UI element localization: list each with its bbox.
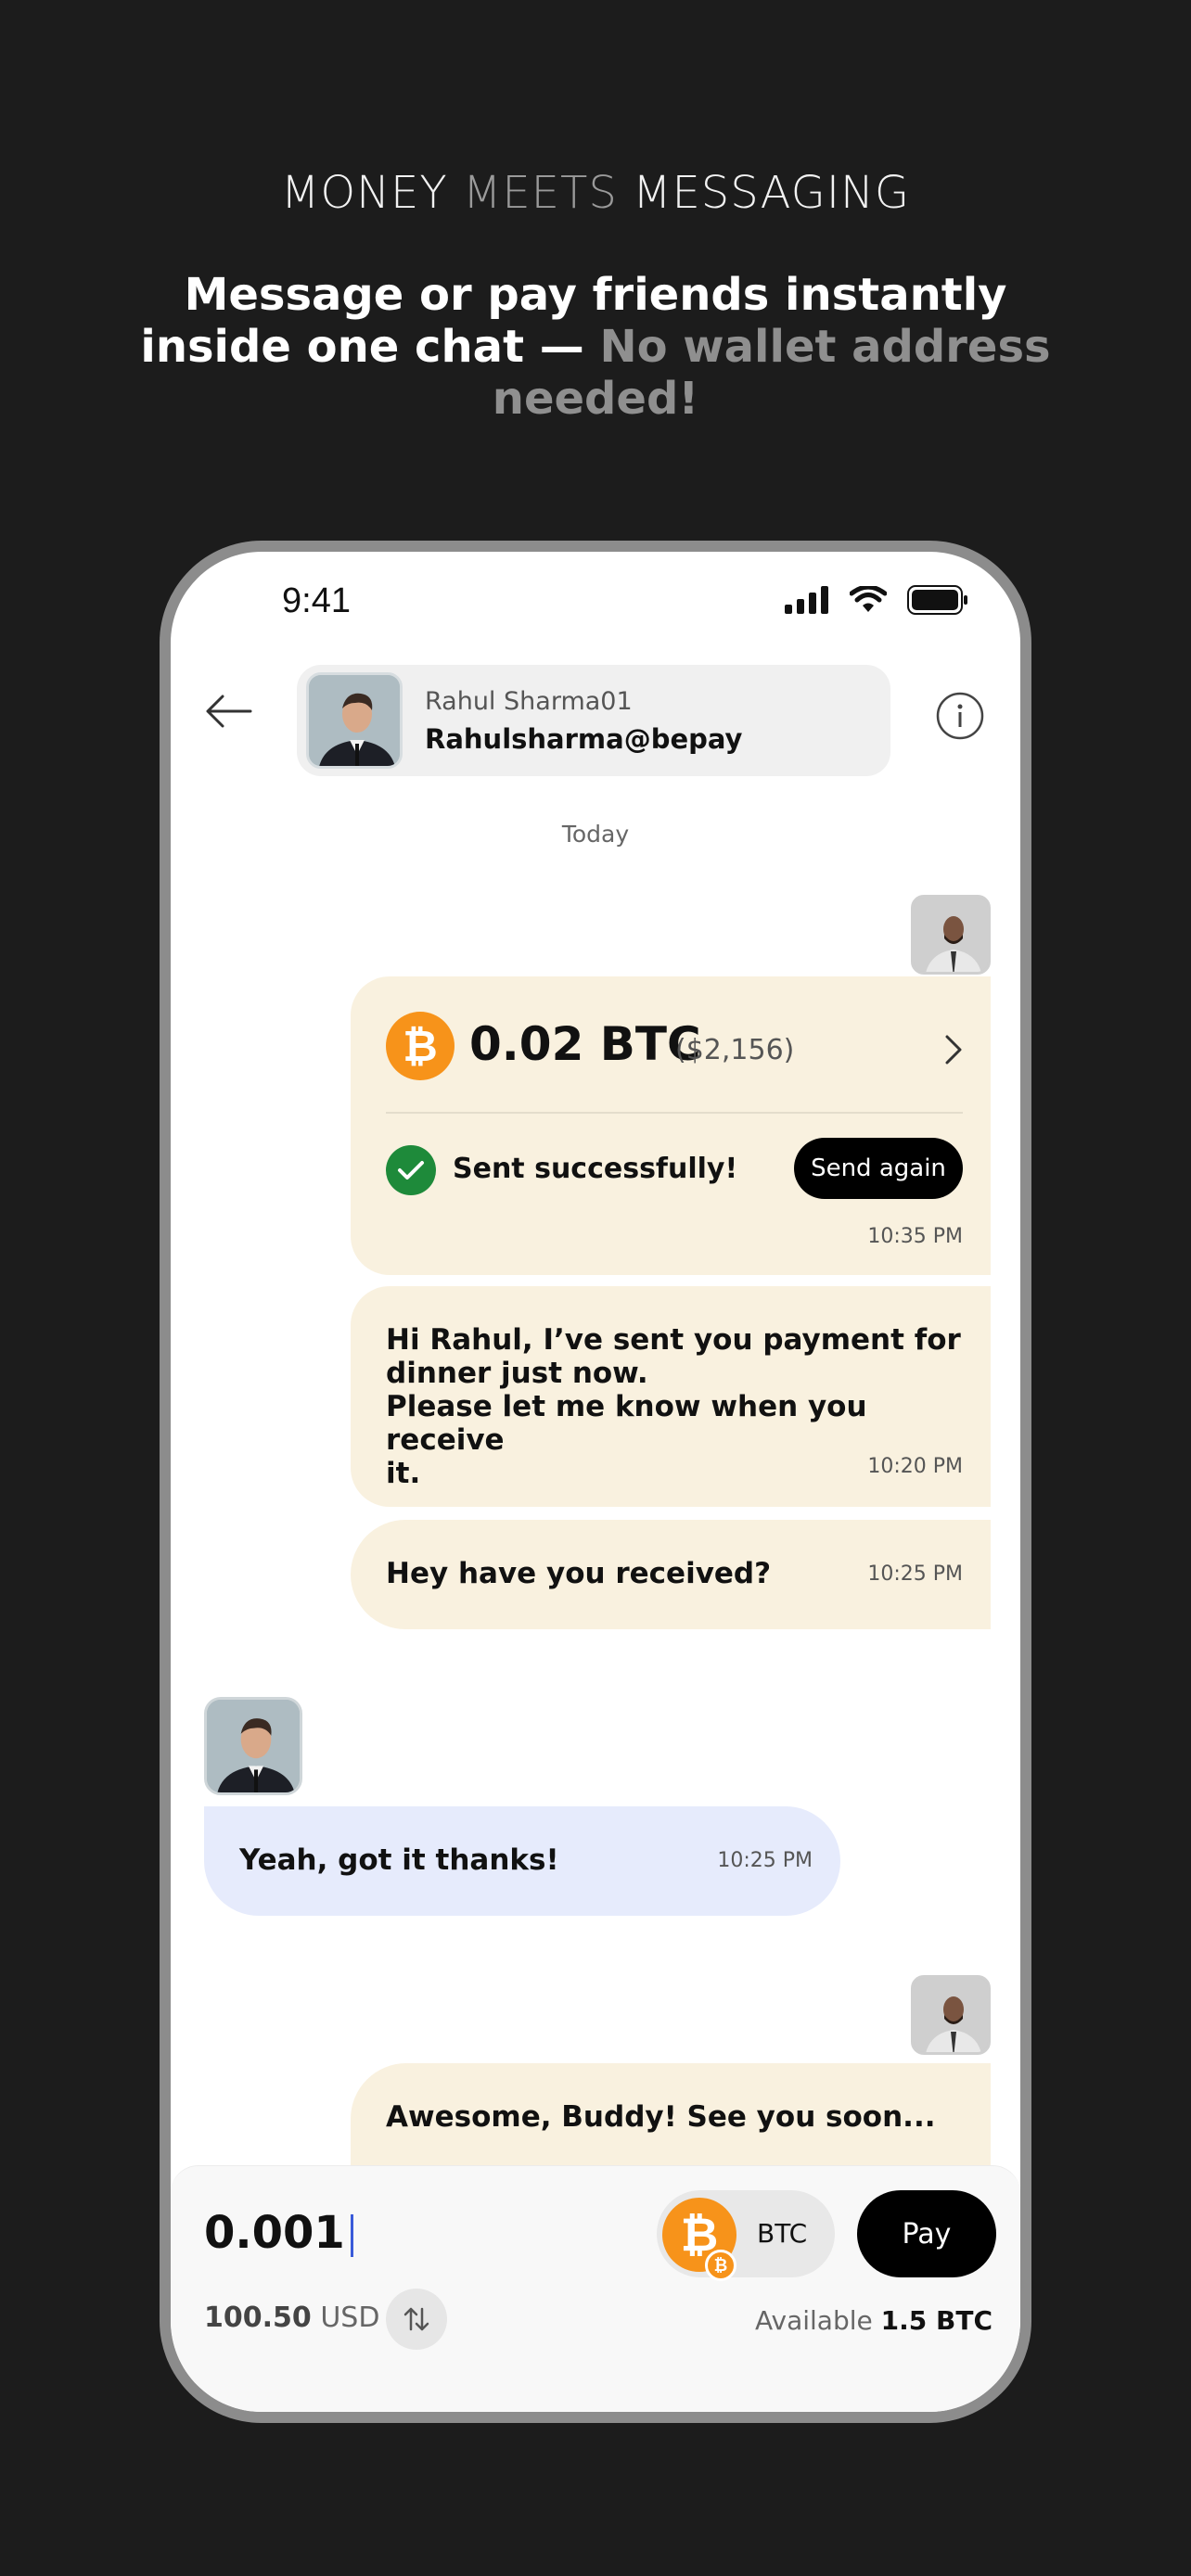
currency-label: BTC — [757, 2218, 808, 2249]
text-caret — [350, 2214, 353, 2257]
payment-composer: 0.001 100.50 USD ₿ ₿ BTC Pay Available 1 — [171, 2165, 1020, 2412]
message-bubble: Hey have you received? 10:25 PM — [351, 1520, 991, 1629]
battery-icon — [907, 585, 967, 615]
tagline-meets: MEETS — [462, 167, 618, 219]
amount-value: 0.001 — [204, 2207, 345, 2259]
date-separator: Today — [561, 821, 630, 848]
phone-frame: 9:41 Rahul Sharma01 Rahulsharma@bepay To… — [160, 541, 1031, 2423]
check-icon — [386, 1145, 436, 1195]
currency-selector[interactable]: ₿ ₿ BTC — [657, 2190, 835, 2281]
bitcoin-network-icon: ₿ — [705, 2250, 736, 2281]
person-icon — [914, 898, 988, 972]
tagline-messaging: MESSAGING — [633, 167, 911, 219]
contact-name: Rahul Sharma01 — [425, 686, 633, 716]
message-text: Awesome, Buddy! See you soon... — [386, 2100, 936, 2134]
status-icons — [785, 585, 968, 615]
payment-card[interactable]: ₿ 0.02 BTC ($2,156) Sent successfully! S… — [351, 976, 991, 1275]
swap-arrows-icon — [403, 2307, 429, 2331]
info-button[interactable] — [935, 691, 985, 745]
message-time: 10:25 PM — [717, 1849, 813, 1872]
message-line: dinner just now. — [386, 1357, 648, 1390]
chevron-right-icon — [945, 1035, 962, 1065]
message-line: Hi Rahul, I’ve sent you payment for — [386, 1323, 961, 1357]
message-line: Please let me know when you receive — [386, 1390, 867, 1457]
arrow-left-icon — [206, 695, 252, 728]
message-text: Yeah, got it thanks! — [239, 1843, 559, 1877]
available-value: 1.5 BTC — [880, 2305, 992, 2336]
contact-handle: Rahulsharma@bepay — [425, 722, 743, 755]
status-time: 9:41 — [282, 581, 351, 620]
pay-button[interactable]: Pay — [857, 2190, 996, 2277]
amount-input[interactable]: 0.001 — [204, 2207, 353, 2259]
avatar — [306, 672, 403, 769]
payment-time: 10:35 PM — [867, 1225, 963, 1248]
person-icon — [914, 1978, 988, 2052]
available-balance: Available 1.5 BTC — [755, 2305, 992, 2336]
tagline: MONEY MEETS MESSAGING — [0, 167, 1191, 219]
back-button[interactable] — [202, 693, 254, 733]
send-again-button[interactable]: Send again — [794, 1138, 963, 1199]
person-icon — [309, 675, 400, 766]
checkmark — [398, 1161, 424, 1180]
phone-screen: 9:41 Rahul Sharma01 Rahulsharma@bepay To… — [171, 552, 1020, 2412]
message-bubble-incoming: Yeah, got it thanks! 10:25 PM — [204, 1806, 840, 1916]
message-bubble: Hi Rahul, I’ve sent you payment for dinn… — [351, 1286, 991, 1507]
usd-value: 100.50 — [204, 2302, 312, 2334]
message-time: 10:20 PM — [867, 1455, 963, 1478]
payment-amount: 0.02 BTC — [469, 1017, 701, 1071]
my-avatar — [911, 1975, 991, 2055]
contact-avatar — [204, 1697, 302, 1795]
wifi-icon — [850, 586, 887, 612]
divider — [386, 1112, 963, 1114]
message-text: Hey have you received? — [386, 1557, 772, 1590]
payment-details-button[interactable] — [944, 1034, 963, 1069]
tagline-money: MONEY — [280, 167, 448, 219]
my-avatar — [911, 895, 991, 975]
contact-text: Rahul Sharma01 Rahulsharma@bepay — [425, 687, 742, 755]
swap-button[interactable] — [386, 2289, 447, 2350]
contact-card[interactable]: Rahul Sharma01 Rahulsharma@bepay — [297, 665, 890, 776]
usd-unit: USD — [320, 2302, 380, 2334]
payment-status: Sent successfully! — [453, 1153, 738, 1185]
signal-icon — [785, 586, 828, 614]
message-time: 10:25 PM — [867, 1562, 963, 1586]
headline: Message or pay friends instantly inside … — [139, 269, 1052, 425]
bitcoin-icon: ₿ — [386, 1012, 455, 1080]
available-label: Available — [755, 2305, 873, 2336]
person-icon — [207, 1700, 300, 1792]
info-icon — [936, 692, 984, 740]
payment-usd: ($2,156) — [675, 1034, 795, 1066]
usd-equivalent: 100.50 USD — [204, 2302, 379, 2334]
